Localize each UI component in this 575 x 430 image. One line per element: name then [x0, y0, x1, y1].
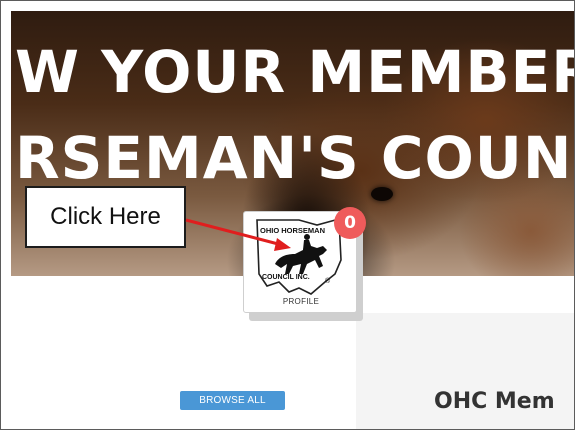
- browse-all-button[interactable]: BROWSE ALL: [180, 391, 285, 410]
- hero-headline-line-2: RSEMAN'S COUNC: [15, 124, 574, 192]
- click-here-callout: Click Here: [25, 186, 186, 248]
- logo-text-bottom: COUNCIL INC.: [262, 274, 310, 281]
- profile-label: PROFILE: [282, 297, 320, 306]
- section-title: OHC Mem: [434, 389, 555, 414]
- screenshot-frame: W YOUR MEMBER RSEMAN'S COUNC OHIO HORSEM…: [0, 0, 575, 430]
- hero-headline-line-1: W YOUR MEMBER: [15, 38, 574, 106]
- notification-badge[interactable]: 0: [334, 207, 366, 239]
- logo-registered-mark: ®: [325, 277, 331, 285]
- logo-text-top: OHIO HORSEMAN: [260, 226, 325, 235]
